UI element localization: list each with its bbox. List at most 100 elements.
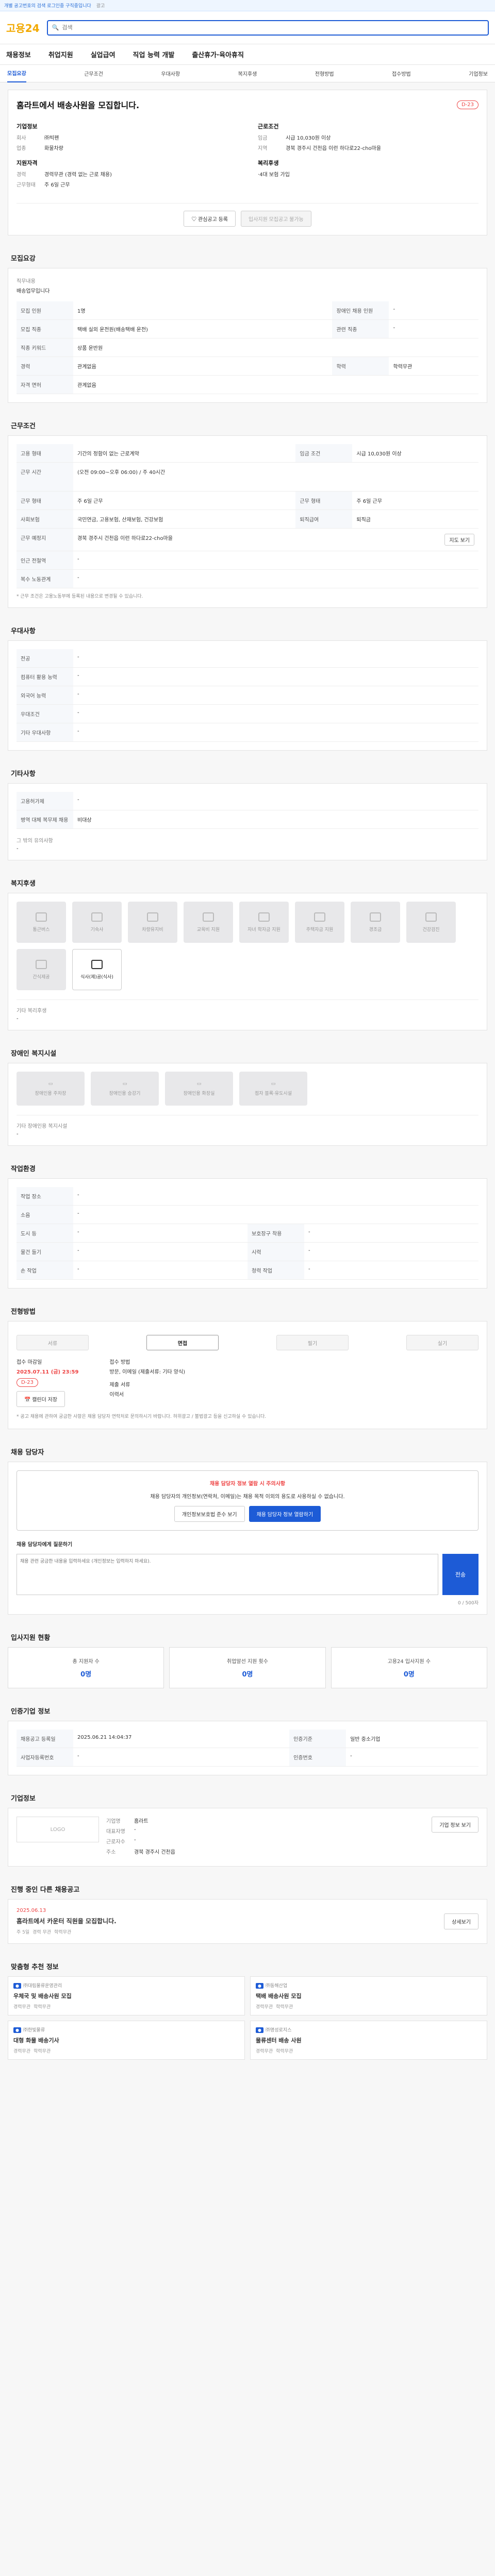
job-desc-label: 직무내용 bbox=[16, 279, 36, 284]
disabled-label: 장애인용 주차장 bbox=[35, 1091, 67, 1096]
recommend-badge-icon: ● bbox=[256, 2027, 263, 2033]
table-row: 근무 예정지 경북 경주시 건천읍 이런 하다로22-cho마을 지도 보기 bbox=[16, 528, 478, 551]
recommend-heading: 맞춤형 추천 정보 bbox=[11, 1963, 59, 1972]
reginfo-heading: 인증기업 정보 bbox=[11, 1708, 51, 1716]
contact-alert: 채용 담당자 정보 열람 시 주의사항 채용 담당자의 개인정보(연락처, 이메… bbox=[16, 1470, 478, 1531]
kv-key: 기업명 bbox=[106, 1819, 121, 1825]
etc-card: 고용허가제 - 병역 대체 복무제 채용 비대상 그 밖의 유의사항 - bbox=[8, 783, 487, 860]
nav-item-jobs[interactable]: 채용정보 bbox=[6, 49, 31, 59]
etc-table: 고용허가제 - 병역 대체 복무제 채용 비대상 bbox=[16, 792, 478, 829]
tab-prefer[interactable]: 우대사항 bbox=[161, 70, 180, 77]
job-summary-card: 홈라트에서 배송사원을 모집합니다. D-23 기업정보 회사 ㈜빅펜 업종 화물차… bbox=[8, 90, 487, 235]
table-row: 컴퓨터 활용 능력 - bbox=[16, 667, 478, 686]
similar-title[interactable]: 홈라트에서 카운터 직원을 모집합니다. bbox=[16, 1917, 117, 1925]
table-row: 고용허가제 - bbox=[16, 792, 478, 810]
similar-card[interactable]: 2025.06.13 홈라트에서 카운터 직원을 모집합니다. 주 5일 경력 무… bbox=[8, 1899, 487, 1944]
work-note: * 근무 조건은 고용노동부에 등록된 내용으로 변경될 수 있습니다. bbox=[16, 594, 143, 599]
cell-key: 퇴직급여 bbox=[295, 510, 353, 529]
recommend-tag: 경력무관 bbox=[256, 2005, 273, 2010]
table-row: 근무 형태 주 6일 근무 근무 형태 주 6일 근무 bbox=[16, 491, 478, 510]
cell-value: 경북 경주시 건천읍 이런 하다로22-cho마을 지도 보기 bbox=[73, 528, 478, 551]
process-card: 서류 면접 필기 실기 접수 마감일 2025.07.11 (금) 23:59 … bbox=[8, 1321, 487, 1430]
meal-icon bbox=[91, 959, 103, 969]
kv-key: 지역 bbox=[258, 146, 268, 151]
similar-detail-button[interactable]: 상세보기 bbox=[444, 1913, 478, 1930]
map-view-button[interactable]: 지도 보기 bbox=[444, 534, 474, 546]
table-row: 인근 전철역 - bbox=[16, 551, 478, 570]
recommend-tag: 학력무관 bbox=[34, 2049, 51, 2055]
company-heading: 기업정보 bbox=[11, 1795, 36, 1803]
cell-value: 국민연금, 고용보험, 산재보험, 건강보험 bbox=[73, 510, 296, 529]
cell-key: 근무 형태 bbox=[295, 491, 353, 510]
cell-value: - bbox=[73, 1242, 248, 1261]
recommend-card[interactable]: ● ㈜명성로지스 물류센터 배송 사원 경력무관 학력무관 bbox=[250, 2021, 487, 2060]
status-grid: 총 지원자 수 0명 취업알선 지원 횟수 0명 고용24 입사지원 수 0명 bbox=[8, 1647, 487, 1689]
recommend-company: ㈜동해산업 bbox=[265, 1984, 288, 1989]
etc-heading: 기타사항 bbox=[11, 770, 36, 778]
table-row: 사회보험 국민연금, 고용보험, 산재보험, 건강보험 퇴직급여 퇴직금 bbox=[16, 510, 478, 529]
disabled-item: ▭ 장애인용 승강기 bbox=[91, 1072, 159, 1106]
kv-key: 경력 bbox=[16, 172, 26, 178]
period-label: 접수 마감일 bbox=[16, 1360, 42, 1365]
company-info-button[interactable]: 기업 정보 보기 bbox=[432, 1817, 478, 1833]
nav-item-benefit[interactable]: 실업급여 bbox=[91, 49, 116, 59]
summary-condition-heading: 근로조건 bbox=[258, 123, 279, 130]
table-row: 채용공고 등록일 2025.06.21 14:04:37 인증기준 일반 중소기업 bbox=[16, 1730, 478, 1749]
apply-button[interactable]: 입사지원 모집공고 불가능 bbox=[241, 211, 311, 227]
question-send-button[interactable]: 전송 bbox=[442, 1554, 478, 1596]
cell-value: - bbox=[304, 1224, 478, 1243]
tab-work[interactable]: 근무조건 bbox=[84, 70, 103, 77]
nav-item-leave[interactable]: 출산휴가·육아휴직 bbox=[192, 49, 244, 59]
cell-key: 모집 직종 bbox=[16, 319, 73, 338]
welfare-item-active: 식사(제)공(식사) bbox=[72, 949, 122, 990]
search-input[interactable] bbox=[62, 24, 484, 31]
nav-item-support[interactable]: 취업지원 bbox=[48, 49, 73, 59]
search-box[interactable]: 🔍 bbox=[46, 20, 489, 36]
recruit-card: 직무내용 배송업무입니다 모집 인원 1명 장애인 채용 인원 - 모집 직종 택배 실… bbox=[8, 268, 487, 403]
contact-warning: 채용 담당자 정보 열람 시 주의사항 bbox=[209, 1481, 286, 1487]
welfare-label: 간식제공 bbox=[32, 974, 50, 980]
nav-item-training[interactable]: 직업 능력 개발 bbox=[133, 49, 175, 59]
view-contact-button[interactable]: 채용 담당자 정보 열람하기 bbox=[249, 1506, 321, 1522]
cap-icon bbox=[258, 912, 270, 922]
kv-key: 대표자명 bbox=[106, 1829, 125, 1835]
work-card: 고용 형태 기간의 정함이 없는 근로계약 임금 조건 시급 10,030원 이상 근… bbox=[8, 435, 487, 608]
tab-process[interactable]: 전형방법 bbox=[315, 70, 334, 77]
site-logo[interactable]: 고용24 bbox=[6, 20, 40, 35]
tab-recruit[interactable]: 모집요강 bbox=[7, 64, 26, 82]
recommend-card[interactable]: ● ㈜한빛물류 대형 화물 배송기사 경력무관 학력무관 bbox=[8, 2021, 245, 2060]
cell-value: - bbox=[73, 704, 478, 723]
workplace-address: 경북 경주시 건천읍 이런 하다로22-cho마을 bbox=[77, 536, 173, 541]
welfare-item: 기숙사 bbox=[72, 902, 122, 943]
question-textarea[interactable] bbox=[16, 1554, 438, 1596]
recommend-tag: 학력무관 bbox=[34, 2005, 51, 2010]
site-header: 고용24 🔍 bbox=[0, 11, 495, 44]
welfare-label: 경조금 bbox=[369, 927, 382, 933]
question-heading: 채용 담당자에게 질문하기 bbox=[16, 1542, 73, 1548]
kv-key: 근무형태 bbox=[16, 182, 36, 188]
tab-welfare[interactable]: 복지후생 bbox=[238, 70, 257, 77]
env-card: 작업 장소 - 소음 - 도시 등 - 보호장구 착용 - 물건 들기 - 시력 - 손 작업 -… bbox=[8, 1178, 487, 1289]
cell-key: 보호장구 착용 bbox=[248, 1224, 304, 1243]
similar-tag: 경력 무관 bbox=[32, 1930, 52, 1936]
tab-apply[interactable]: 접수방법 bbox=[392, 70, 411, 77]
welfare-item: 교육비 지원 bbox=[184, 902, 233, 943]
cell-key: 임금 조건 bbox=[295, 444, 353, 463]
save-interest-button[interactable]: ♡ 관심공고 등록 bbox=[184, 211, 236, 227]
cell-key: 자격 면허 bbox=[16, 375, 73, 394]
work-table: 고용 형태 기간의 정함이 없는 근로계약 임금 조건 시급 10,030원 이상 근… bbox=[16, 444, 478, 588]
process-heading: 전형방법 bbox=[11, 1308, 36, 1316]
tab-company[interactable]: 기업정보 bbox=[469, 70, 488, 77]
recommend-card[interactable]: ● ㈜동해산업 택배 배송사원 모집 경력무관 학력무관 bbox=[250, 1976, 487, 2016]
cell-value: 학력무관 bbox=[389, 357, 478, 376]
disabled-grid: ▭ 장애인용 주차장 ▭ 장애인용 승강기 ▭ 장애인용 화장실 ▭ 점자 블록·유도시… bbox=[16, 1072, 478, 1106]
calendar-save-button[interactable]: 📅 캘린더 저장 bbox=[16, 1391, 65, 1407]
recommend-card[interactable]: ● ㈜대림물류운영관리 우체국 및 배송사원 모집 경력무관 학력무관 bbox=[8, 1976, 245, 2016]
stat-card: 취업알선 지원 횟수 0명 bbox=[169, 1647, 326, 1689]
cell-value: 택배 실외 운전원(배송택배 운전) bbox=[73, 319, 333, 338]
table-row: 소음 - bbox=[16, 1205, 478, 1224]
cell-key: 시력 bbox=[248, 1242, 304, 1261]
privacy-law-button[interactable]: 개인정보보호법 준수 보기 bbox=[174, 1506, 245, 1522]
recommend-tag: 학력무관 bbox=[276, 2005, 293, 2010]
disabled-extra-value: - bbox=[16, 1131, 19, 1137]
